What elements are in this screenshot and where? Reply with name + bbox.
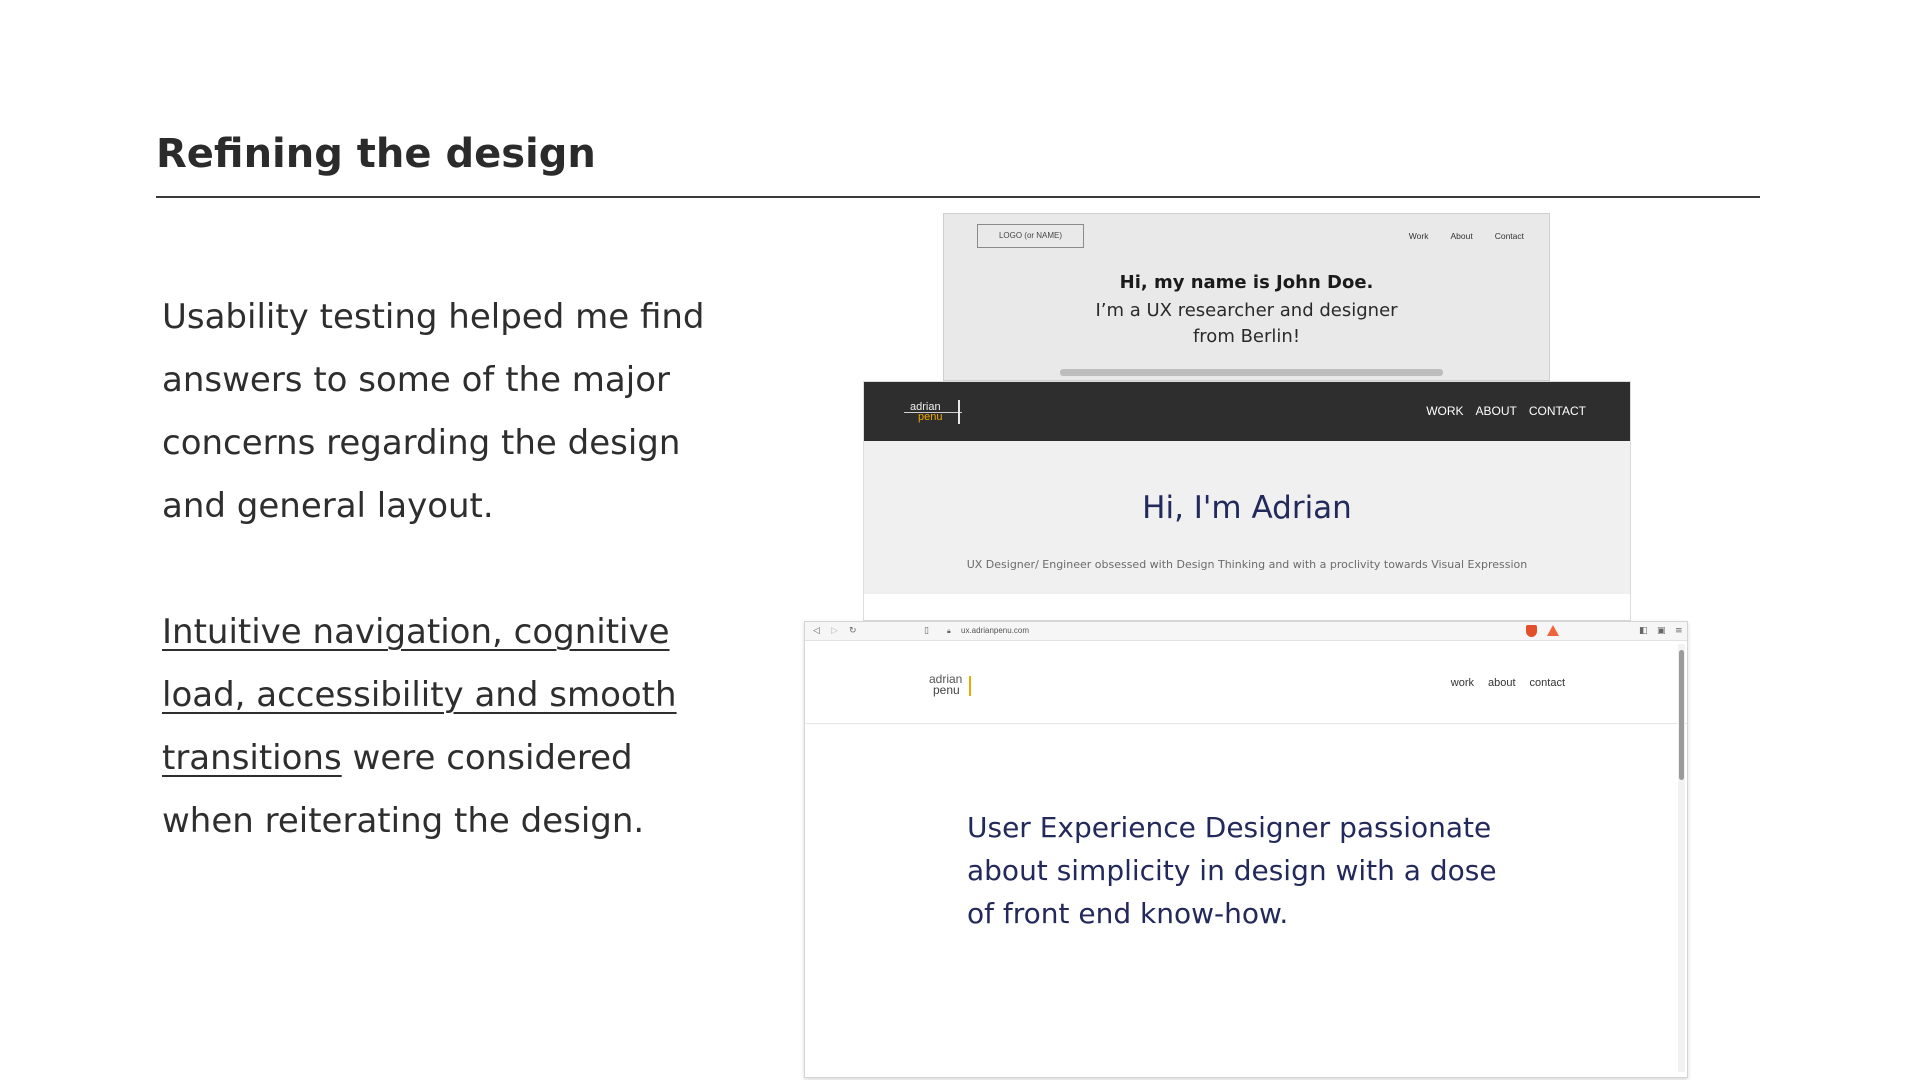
dark-nav-work[interactable]: WORK [1426,404,1463,418]
dark-logo-line2: penu [918,411,943,423]
dark-nav-about[interactable]: ABOUT [1476,404,1517,418]
wallet-icon[interactable]: ▣ [1657,625,1666,637]
dark-hello: Hi, I'm Adrian [1142,490,1352,526]
browser-mockup: ◁ ▷ ↻ ▯ 🔒︎ ux.adrianpenu.com ◧ ▣ ≡ adria… [804,621,1688,1078]
dark-header: adrian penu WORK ABOUT CONTACT [864,382,1630,441]
wireframe-logo: LOGO (or NAME) [977,224,1084,248]
forward-icon[interactable]: ▷ [831,625,838,637]
intro-paragraph: Usability testing helped me find answers… [162,297,705,526]
dark-bottom-strip [864,594,1630,620]
title-divider [156,196,1760,198]
site-nav-about[interactable]: about [1488,677,1516,689]
wireframe-nav-work[interactable]: Work [1409,231,1429,241]
bookmark-icon[interactable]: ▯ [924,625,929,637]
considerations-paragraph: Intuitive navigation, cognitive load, ac… [162,601,722,853]
slide-title: Refining the design [156,131,596,177]
wireframe-nav-contact[interactable]: Contact [1495,231,1524,241]
wireframe-subtitle: I’m a UX researcher and designer from Be… [1095,300,1398,347]
site-nav: work about contact [1451,677,1565,689]
wireframe-scroll-bar [1060,369,1443,376]
site-nav-work[interactable]: work [1451,677,1474,689]
site-logo-bar [969,676,971,696]
browser-toolbar: ◁ ▷ ↻ ▯ 🔒︎ ux.adrianpenu.com ◧ ▣ ≡ [805,622,1687,641]
back-icon[interactable]: ◁ [813,625,820,637]
url-text[interactable]: ux.adrianpenu.com [961,626,1029,635]
wireframe-hello: Hi, my name is John Doe. [1119,272,1374,293]
reload-icon[interactable]: ↻ [849,625,857,637]
wireframe-nav: Work About Contact [1409,231,1524,241]
lock-icon: 🔒︎ [947,627,951,635]
dark-nav: WORK ABOUT CONTACT [1426,404,1586,418]
brave-shield-icon[interactable] [1526,625,1537,637]
alert-icon[interactable] [1547,625,1559,636]
site-hero-text: User Experience Designer passionate abou… [967,811,1497,930]
sidebar-icon[interactable]: ◧ [1639,625,1648,637]
logo-bar [958,400,960,424]
scrollbar-thumb[interactable] [1679,650,1684,780]
dark-header-mockup: adrian penu WORK ABOUT CONTACT Hi, I'm A… [863,381,1631,621]
dark-logo[interactable]: adrian penu [904,400,970,426]
dark-subtitle: UX Designer/ Engineer obsessed with Desi… [966,558,1528,571]
dark-nav-contact[interactable]: CONTACT [1529,404,1586,418]
menu-icon[interactable]: ≡ [1675,625,1683,637]
site-header-divider [805,723,1687,724]
site-nav-contact[interactable]: contact [1530,677,1565,689]
wireframe-mockup: LOGO (or NAME) Work About Contact Hi, my… [943,213,1550,381]
site-logo-line2: penu [933,683,960,697]
wireframe-nav-about[interactable]: About [1450,231,1472,241]
site-logo[interactable]: adrian penu [929,673,979,699]
